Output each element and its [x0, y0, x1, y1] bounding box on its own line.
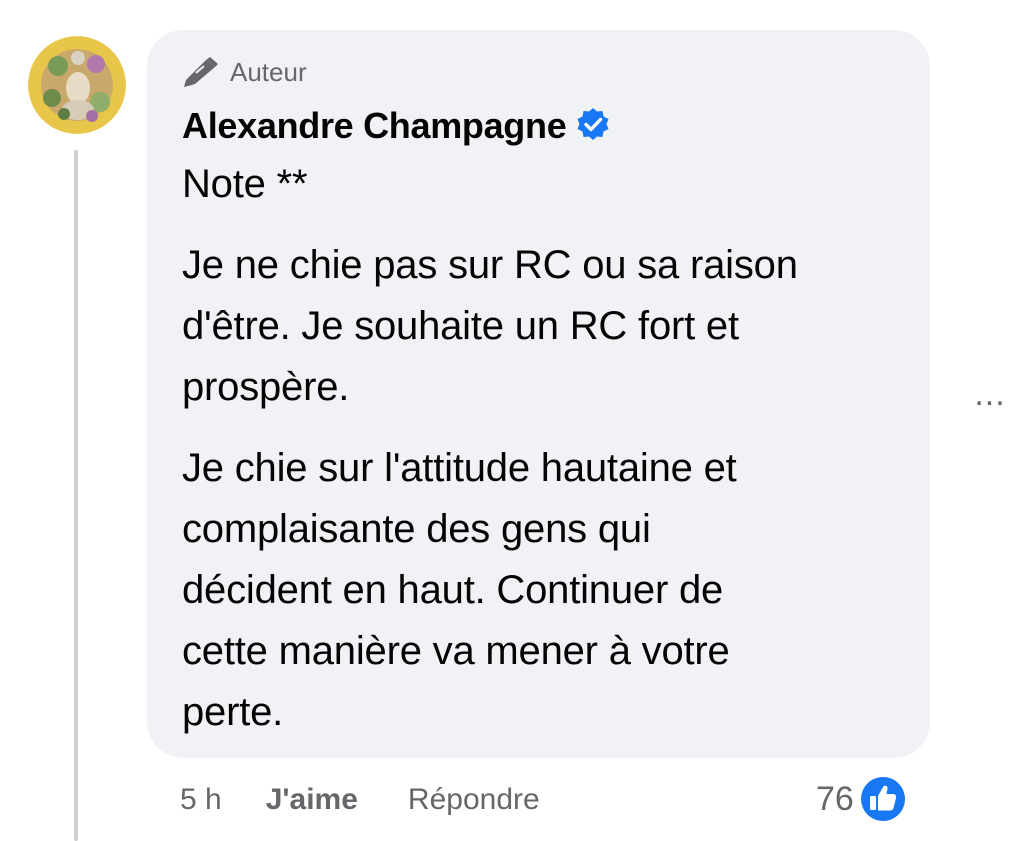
comment-bubble: Auteur Alexandre Champagne Note ** Je ne … — [147, 30, 930, 758]
author-avatar[interactable] — [28, 36, 126, 134]
author-badge: Auteur — [182, 54, 896, 90]
comment-actions: 5 h J'aime Répondre — [180, 776, 540, 824]
avatar-image — [28, 36, 126, 134]
comment-timestamp[interactable]: 5 h — [180, 783, 222, 817]
comment-line: d'être. Je souhaite un RC fort et — [182, 304, 739, 348]
comment-paragraph: Je chie sur l'attitude hautaine et compla… — [182, 438, 896, 743]
comment-paragraph: Je ne chie pas sur RC ou sa raison d'être… — [182, 235, 896, 418]
comment-line: cette manière va mener à votre — [182, 629, 730, 673]
comment-line: décident en haut. Continuer de — [182, 568, 724, 612]
verified-badge-icon — [577, 108, 609, 140]
reaction-count: 76 — [816, 779, 854, 818]
comment-line: prospère. — [182, 365, 350, 409]
reply-button[interactable]: Répondre — [408, 783, 540, 817]
comment-line: Je chie sur l'attitude hautaine et — [182, 446, 737, 490]
pen-icon — [184, 57, 218, 87]
author-row: Alexandre Champagne — [182, 104, 896, 148]
author-name[interactable]: Alexandre Champagne — [182, 105, 567, 147]
like-button[interactable]: J'aime — [266, 783, 358, 817]
comment-text: Note ** Je ne chie pas sur RC ou sa raiso… — [182, 154, 896, 743]
comment-line: complaisante des gens qui — [182, 507, 651, 551]
like-thumb-icon — [857, 774, 908, 824]
comment-page: Auteur Alexandre Champagne Note ** Je ne … — [0, 0, 1024, 841]
comment-paragraph: Note ** — [182, 154, 896, 215]
comment-line: Note ** — [182, 162, 308, 206]
reaction-summary[interactable]: 76 — [816, 772, 910, 826]
comment-line: perte. — [182, 690, 284, 734]
thread-line — [74, 150, 78, 841]
author-badge-label: Auteur — [230, 56, 307, 87]
comment-line: Je ne chie pas sur RC ou sa raison — [182, 243, 798, 287]
more-options-button[interactable]: ... — [968, 374, 1012, 414]
